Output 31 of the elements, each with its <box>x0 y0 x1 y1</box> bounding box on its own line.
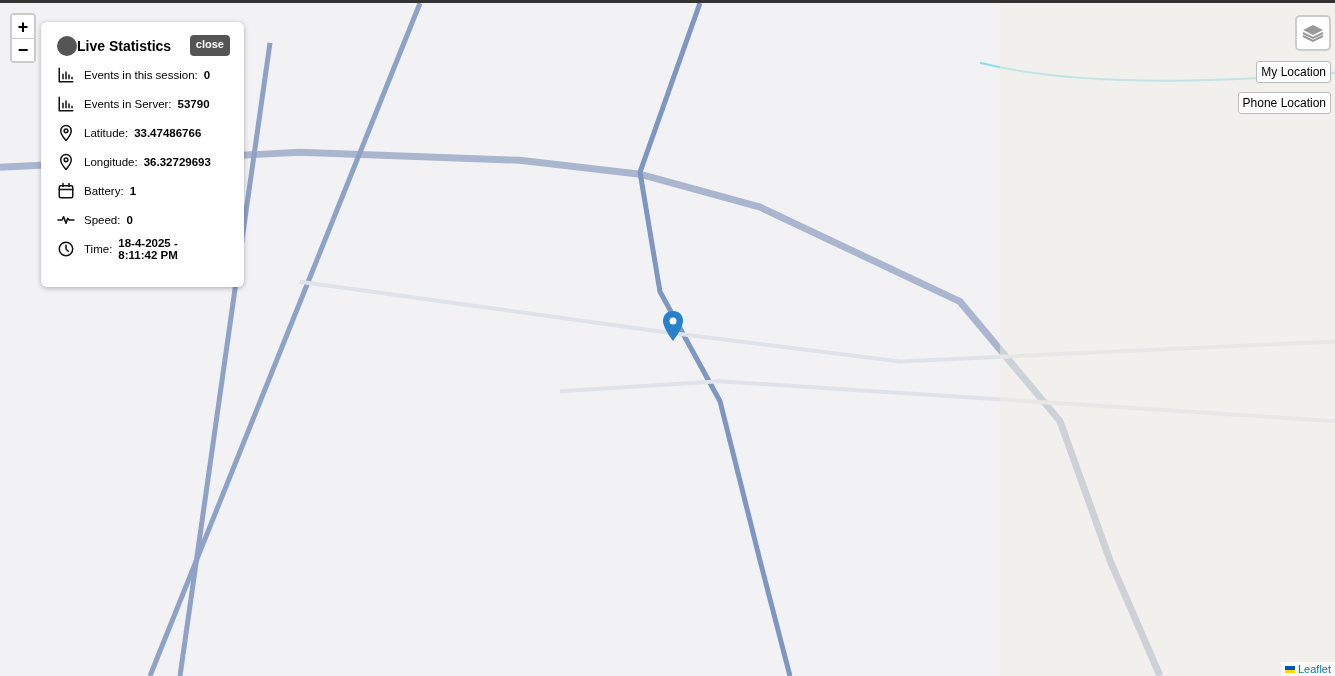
location-button[interactable]: My Location <box>1256 61 1331 83</box>
location-pin-icon <box>57 123 75 142</box>
status-dot-icon <box>57 35 77 56</box>
stat-value: 33.47486766 <box>134 126 202 139</box>
layers-button[interactable] <box>1295 15 1331 51</box>
bar-chart-icon <box>57 65 75 84</box>
flag-icon <box>1284 665 1295 673</box>
stat-value: 18-4-2025 - 8:11:42 PM <box>118 236 179 261</box>
calendar-icon <box>57 181 75 200</box>
map-marker-icon[interactable] <box>663 311 683 341</box>
location-pin-icon <box>57 152 75 171</box>
stat-value: 36.32729693 <box>143 155 211 168</box>
stat-value: 0 <box>203 68 211 81</box>
stat-label: Speed: <box>84 213 121 226</box>
stat-value: 53790 <box>177 97 210 110</box>
zoom-button[interactable]: − <box>12 38 34 61</box>
bar-chart-icon <box>57 94 75 113</box>
stat-value: 0 <box>126 213 133 226</box>
stat-label: Longitude: <box>84 155 138 168</box>
clock-icon <box>57 239 75 258</box>
close-button[interactable]: close <box>189 35 230 56</box>
stat-value: 1 <box>129 184 137 197</box>
map-drawing[interactable] <box>0 3 1335 676</box>
stat-label: Time: <box>84 242 113 255</box>
stat-label: Events in Server: <box>84 97 172 110</box>
location-button[interactable]: Phone Location <box>1237 92 1331 114</box>
stat-label: Battery: <box>84 184 124 197</box>
pulse-icon <box>57 215 75 224</box>
stat-label: Latitude: <box>84 126 129 139</box>
panel-title: Live Statistics <box>77 37 173 54</box>
stat-label: Events in this session: <box>84 68 198 81</box>
